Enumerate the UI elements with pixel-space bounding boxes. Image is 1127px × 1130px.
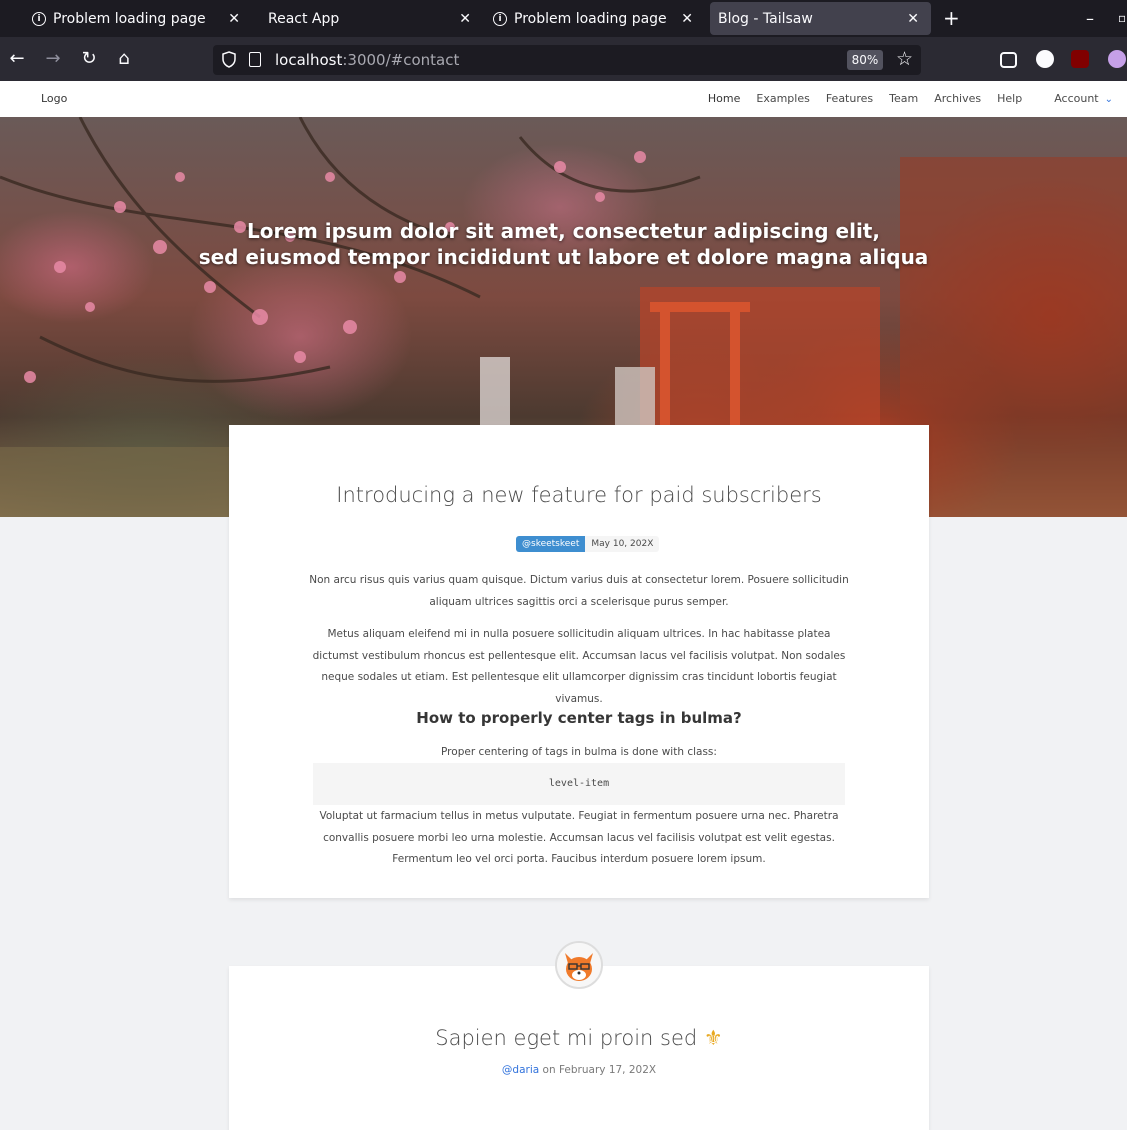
avatar[interactable] [555,941,603,989]
tab-title: Problem loading page [53,10,206,27]
close-icon[interactable]: ✕ [228,11,240,27]
menu-help[interactable]: Help [997,92,1022,105]
tab-title: React App [268,10,340,27]
tab-react-app[interactable]: React App ✕ [268,0,483,37]
zoom-level[interactable]: 80% [847,50,883,70]
fox-avatar-icon [557,943,601,987]
menu-team[interactable]: Team [889,92,918,105]
post-meta: @daria on February 17, 202X [229,1064,929,1076]
post-paragraph: Proper centering of tags in bulma is don… [441,746,717,758]
menu-archives[interactable]: Archives [934,92,981,105]
tab-bar: i Problem loading page ✕ React App ✕ i P… [0,0,1127,37]
post-date: on February 17, 202X [542,1064,657,1076]
hero-headline: Lorem ipsum dolor sit amet, consectetur … [198,219,929,269]
shield-icon[interactable] [222,51,236,68]
post-title[interactable]: Sapien eget mi proin sed ⚜ [229,1026,929,1050]
post-title[interactable]: Introducing a new feature for paid subsc… [229,483,929,507]
author-tag[interactable]: @skeetskeet [516,536,586,552]
date-tag: May 10, 202X [585,536,660,552]
tab-title: Problem loading page [514,10,667,27]
url-bar[interactable]: localhost:3000/#contact 80% ☆ [213,45,921,75]
new-tab-icon[interactable]: + [943,6,960,30]
url-text[interactable]: localhost:3000/#contact [275,51,459,69]
site-logo[interactable]: Logo [41,92,67,105]
post-card: Sapien eget mi proin sed ⚜ @daria on Feb… [229,966,929,1130]
close-icon[interactable]: ✕ [459,11,471,27]
code-block: level-item [313,763,845,805]
bookmark-star-icon[interactable]: ☆ [896,48,913,70]
post-card: Introducing a new feature for paid subsc… [229,425,929,898]
extension-icon[interactable] [1108,50,1126,68]
menu-examples[interactable]: Examples [756,92,809,105]
chevron-down-icon: ⌄ [1104,94,1113,105]
page-icon [249,52,261,67]
tab-blog-tailsaw[interactable]: Blog - Tailsaw ✕ [710,2,931,35]
tab-title: Blog - Tailsaw [718,10,813,27]
post-subheading: How to properly center tags in bulma? [416,709,742,727]
post-paragraph: Voluptat ut farmacium tellus in metus vu… [319,810,839,865]
home-icon[interactable]: ⌂ [114,49,134,69]
menu-features[interactable]: Features [826,92,873,105]
maximize-icon[interactable]: ▫ [1118,11,1126,25]
close-icon[interactable]: ✕ [681,11,693,27]
tab-problem-loading-2[interactable]: i Problem loading page ✕ [483,0,705,37]
ublock-icon[interactable] [1071,50,1089,68]
info-icon: i [493,11,507,26]
site-navbar: Logo Home Examples Features Team Archive… [0,81,1127,117]
site-menu: Home Examples Features Team Archives Hel… [692,92,1113,105]
forward-arrow-icon[interactable]: → [43,49,63,69]
account-icon[interactable] [1036,50,1054,68]
info-icon: i [32,11,46,26]
minimize-icon[interactable]: – [1086,9,1094,28]
back-arrow-icon[interactable]: ← [7,49,27,69]
post-paragraph: Metus aliquam eleifend mi in nulla posue… [312,628,846,705]
pocket-icon[interactable] [1000,52,1017,68]
tab-problem-loading-1[interactable]: i Problem loading page ✕ [32,0,252,37]
reload-icon[interactable]: ↻ [79,49,99,69]
author-link[interactable]: @daria [502,1064,539,1076]
menu-account[interactable]: Account ⌄ [1038,92,1113,105]
post-tags: @skeetskeet May 10, 202X [516,536,660,552]
fleur-de-lis-icon: ⚜ [703,1026,723,1050]
menu-home[interactable]: Home [708,92,740,105]
post-paragraph: Non arcu risus quis varius quam quisque.… [309,574,849,608]
close-icon[interactable]: ✕ [907,11,919,27]
